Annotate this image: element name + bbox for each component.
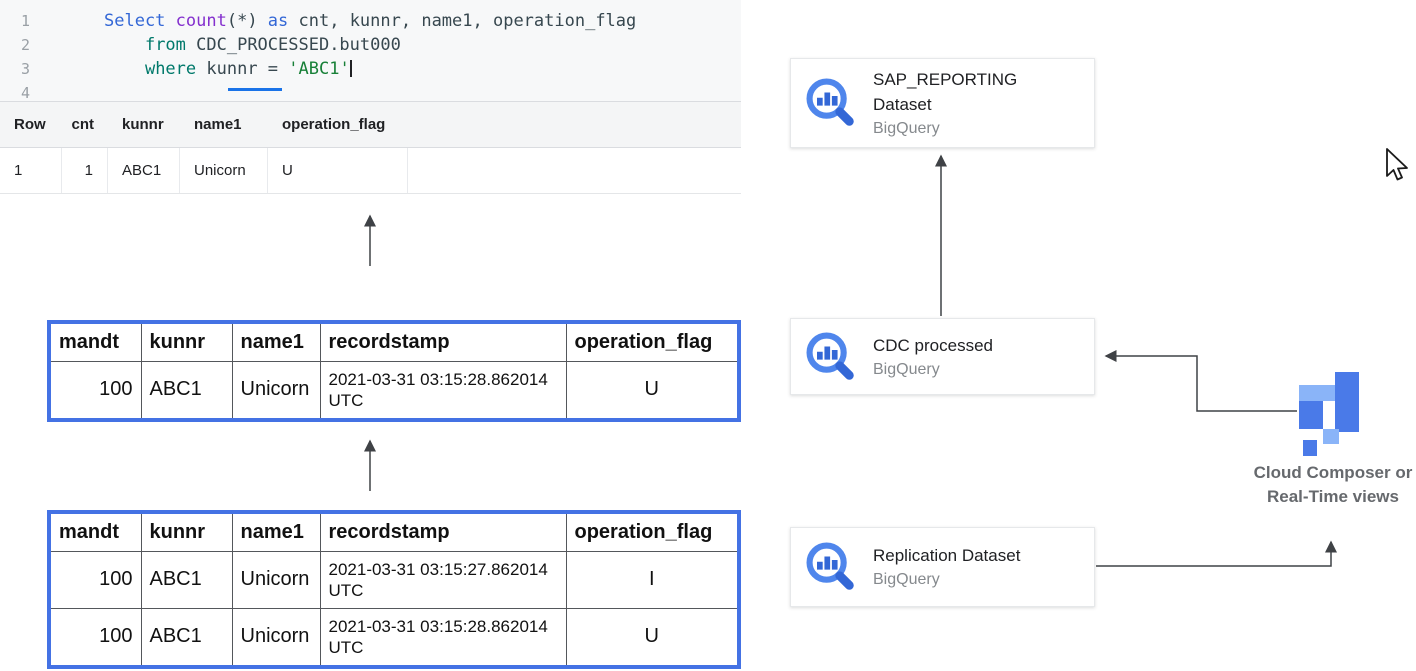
results-header-row: Rowcntkunnrname1operation_flag	[0, 102, 741, 148]
results-cell: 1	[0, 148, 62, 193]
editor-blue-underline	[228, 88, 282, 91]
query-results-table: Rowcntkunnrname1operation_flag11ABC1Unic…	[0, 101, 741, 194]
column-header: recordstamp	[320, 514, 566, 551]
card-title: SAP_REPORTING Dataset	[873, 67, 1017, 117]
code-token: CDC_PROCESSED.but000	[186, 35, 401, 55]
results-header-cell	[408, 102, 741, 147]
arrow-replication-to-composer	[1096, 542, 1331, 566]
table-cell: 2021-03-31 03:15:28.862014 UTC	[320, 361, 566, 418]
table-cell: 100	[51, 608, 141, 665]
column-header: mandt	[51, 324, 141, 361]
table-cell: 2021-03-31 03:15:28.862014 UTC	[320, 608, 566, 665]
column-header: recordstamp	[320, 324, 566, 361]
results-header-cell: name1	[180, 102, 268, 147]
line-number: 4	[0, 81, 30, 101]
column-header: operation_flag	[566, 324, 737, 361]
table-cell: ABC1	[141, 608, 232, 665]
bigquery-icon	[803, 329, 859, 385]
column-header: mandt	[51, 514, 141, 551]
table-cell: U	[566, 361, 737, 418]
table-cell: 2021-03-31 03:15:27.862014 UTC	[320, 551, 566, 608]
column-header: kunnr	[141, 324, 232, 361]
editor-line: 4	[0, 81, 741, 101]
table-row: 100ABC1Unicorn2021-03-31 03:15:28.862014…	[51, 361, 737, 418]
card-text: Replication Dataset BigQuery	[873, 543, 1020, 591]
mouse-cursor-icon	[1386, 148, 1410, 182]
card-replication-dataset: Replication Dataset BigQuery	[790, 527, 1095, 607]
card-text: SAP_REPORTING Dataset BigQuery	[873, 67, 1017, 140]
table-header-row: mandtkunnrname1recordstampoperation_flag	[51, 514, 737, 551]
code-line: from CDC_PROCESSED.but000	[104, 33, 401, 57]
results-cell: ABC1	[108, 148, 180, 193]
editor-line: 3 where kunnr = 'ABC1'	[0, 57, 741, 81]
bigquery-icon	[803, 539, 859, 595]
line-number: 2	[0, 33, 30, 57]
code-token: kunnr =	[196, 59, 288, 79]
table-cell: 100	[51, 361, 141, 418]
table-cell: ABC1	[141, 551, 232, 608]
page: { "colors": { "table_border_blue": "#447…	[0, 0, 1416, 671]
data-table: mandtkunnrname1recordstampoperation_flag…	[51, 324, 737, 418]
table-cell: ABC1	[141, 361, 232, 418]
results-cell: U	[268, 148, 408, 193]
editor-line: 1 Select count(*) as cnt, kunnr, name1, o…	[0, 9, 741, 33]
cloud-composer-icon	[1297, 372, 1363, 458]
sql-editor-lines: 1 Select count(*) as cnt, kunnr, name1, o…	[0, 9, 741, 101]
card-title: Replication Dataset	[873, 543, 1020, 568]
cdc-processed-table: mandtkunnrname1recordstampoperation_flag…	[47, 320, 741, 422]
table-row: 100ABC1Unicorn2021-03-31 03:15:27.862014…	[51, 551, 737, 608]
results-header-cell: cnt	[62, 102, 108, 147]
card-text: CDC processed BigQuery	[873, 333, 993, 381]
results-header-cell: kunnr	[108, 102, 180, 147]
column-header: name1	[232, 324, 320, 361]
table-cell: Unicorn	[232, 608, 320, 665]
code-token: (*)	[227, 11, 268, 31]
line-number: 1	[0, 9, 30, 33]
replication-dataset-table: mandtkunnrname1recordstampoperation_flag…	[47, 510, 741, 669]
card-subtitle: BigQuery	[873, 117, 1017, 140]
code-token	[104, 59, 145, 79]
column-header: operation_flag	[566, 514, 737, 551]
code-token: as	[268, 11, 288, 31]
table-cell: Unicorn	[232, 361, 320, 418]
sql-editor[interactable]: 1 Select count(*) as cnt, kunnr, name1, o…	[0, 0, 741, 101]
bigquery-icon	[803, 75, 859, 131]
results-cell: Unicorn	[180, 148, 268, 193]
code-token: cnt, kunnr, name1, operation_flag	[288, 11, 636, 31]
code-token: count	[176, 11, 227, 31]
text-caret	[350, 60, 352, 77]
code-line: Select count(*) as cnt, kunnr, name1, op…	[104, 9, 636, 33]
code-token: Select	[104, 11, 176, 31]
column-header: kunnr	[141, 514, 232, 551]
code-token: 'ABC1'	[288, 59, 349, 79]
table-row: 100ABC1Unicorn2021-03-31 03:15:28.862014…	[51, 608, 737, 665]
card-title: CDC processed	[873, 333, 993, 358]
line-number: 3	[0, 57, 30, 81]
code-token: from	[145, 35, 186, 55]
results-header-cell: operation_flag	[268, 102, 408, 147]
column-header: name1	[232, 514, 320, 551]
composer-label: Cloud Composer or Real-Time views	[1233, 461, 1416, 509]
results-cell	[408, 148, 741, 193]
arrow-composer-to-cdc	[1106, 356, 1297, 411]
table-cell: I	[566, 551, 737, 608]
code-token: where	[145, 59, 196, 79]
code-line: where kunnr = 'ABC1'	[104, 57, 352, 81]
results-header-cell: Row	[0, 102, 62, 147]
results-cell: 1	[62, 148, 108, 193]
table-cell: 100	[51, 551, 141, 608]
data-table: mandtkunnrname1recordstampoperation_flag…	[51, 514, 737, 665]
code-token	[104, 35, 145, 55]
table-cell: U	[566, 608, 737, 665]
card-subtitle: BigQuery	[873, 358, 993, 381]
editor-line: 2 from CDC_PROCESSED.but000	[0, 33, 741, 57]
table-cell: Unicorn	[232, 551, 320, 608]
card-cdc-processed: CDC processed BigQuery	[790, 318, 1095, 395]
card-subtitle: BigQuery	[873, 568, 1020, 591]
results-row: 11ABC1UnicornU	[0, 148, 741, 194]
card-sap-reporting: SAP_REPORTING Dataset BigQuery	[790, 58, 1095, 148]
table-header-row: mandtkunnrname1recordstampoperation_flag	[51, 324, 737, 361]
